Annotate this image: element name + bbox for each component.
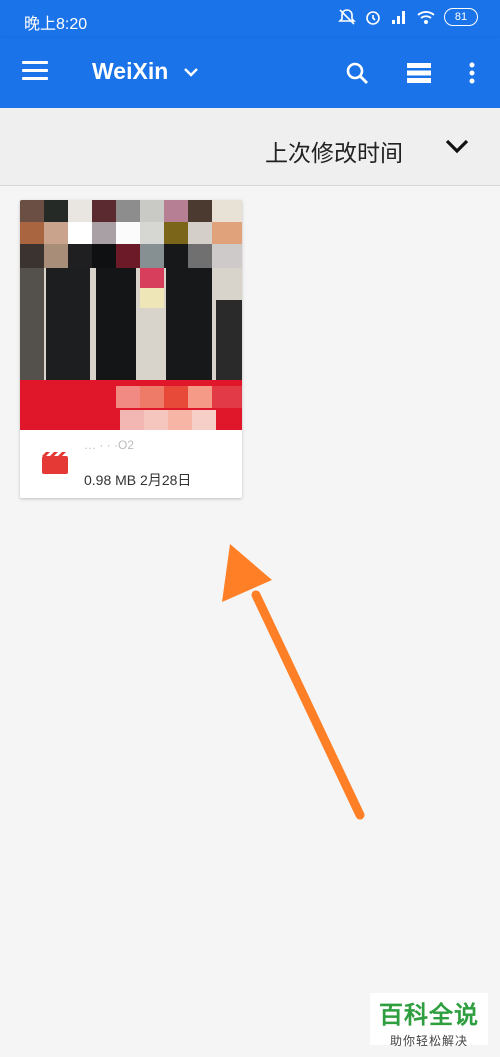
file-meta: 0.98 MB 2月28日	[84, 472, 192, 488]
sort-bar[interactable]: 上次修改时间	[0, 108, 500, 186]
menu-icon[interactable]	[22, 61, 48, 85]
sort-label[interactable]: 上次修改时间	[265, 134, 403, 168]
folder-selector[interactable]: WeiXin	[92, 58, 200, 85]
app-title: WeiXin	[92, 58, 169, 84]
chevron-down-icon	[184, 67, 199, 77]
mute-icon	[338, 9, 356, 25]
search-button[interactable]	[342, 58, 372, 88]
chevron-down-icon[interactable]	[444, 136, 470, 156]
view-toggle-button[interactable]	[404, 58, 434, 88]
status-icons: 81	[338, 8, 478, 26]
status-time: 晚上8:20	[24, 16, 88, 33]
file-info: … · · ·O2 0.98 MB 2月28日	[20, 430, 242, 498]
app-bar: WeiXin	[0, 38, 500, 108]
status-bar: 晚上8:20 81	[0, 0, 500, 38]
signal-icon	[392, 11, 405, 24]
more-options-button[interactable]	[457, 58, 487, 88]
alarm-icon	[366, 11, 380, 25]
annotation-arrow	[222, 544, 365, 820]
video-thumbnail	[20, 200, 242, 430]
wifi-icon	[417, 11, 435, 24]
list-view-icon	[407, 63, 431, 83]
watermark-logo: 百科全说 助你轻松解决	[370, 993, 488, 1048]
file-card[interactable]: … · · ·O2 0.98 MB 2月28日	[20, 200, 242, 498]
search-icon	[346, 62, 368, 84]
watermark-subtitle: 助你轻松解决	[389, 1034, 468, 1048]
watermark-title: 百科全说	[379, 1002, 479, 1029]
battery-icon: 81	[444, 8, 478, 26]
file-name: … · · ·O2	[84, 438, 134, 452]
more-vert-icon	[469, 62, 475, 84]
video-file-icon	[42, 452, 68, 474]
